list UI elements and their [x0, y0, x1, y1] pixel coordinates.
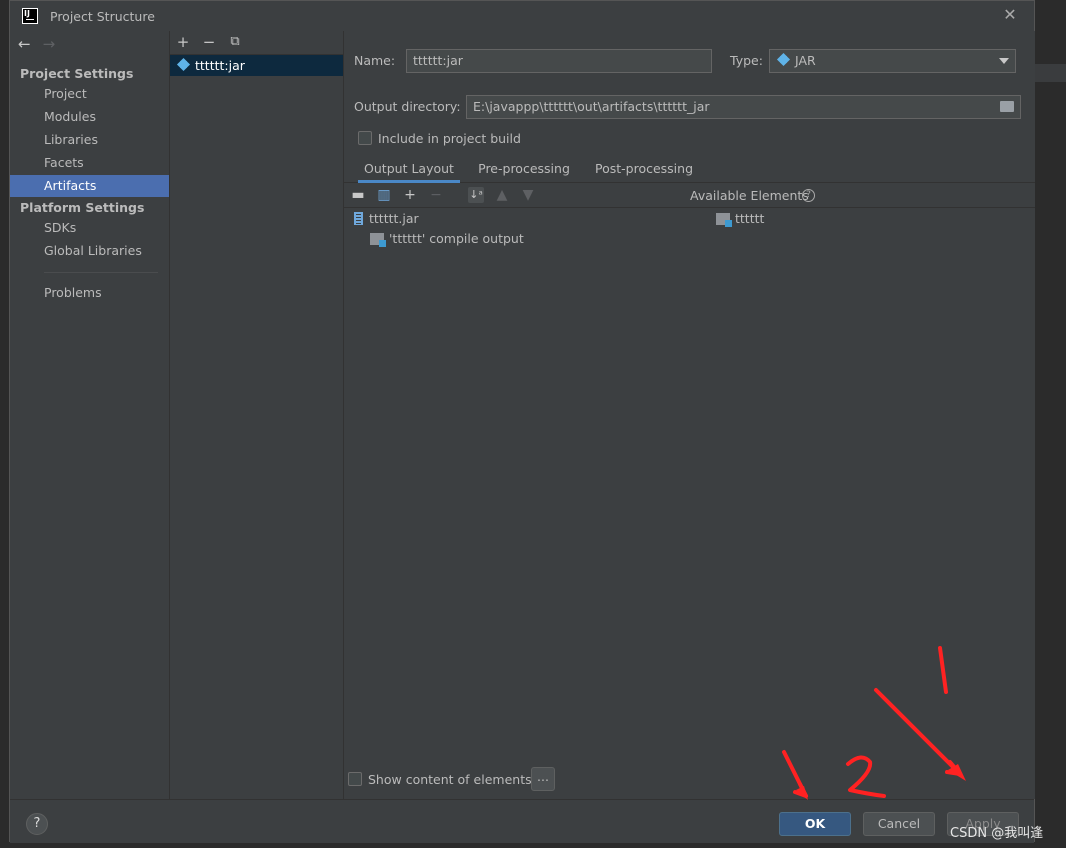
name-label: Name: — [354, 53, 396, 68]
add-copy-of-icon[interactable]: + — [402, 187, 418, 203]
background-ide — [1035, 0, 1066, 848]
folder-icon[interactable] — [1000, 101, 1014, 112]
include-build-checkbox[interactable] — [358, 131, 372, 145]
available-module-label: tttttt — [735, 211, 765, 226]
module-folder-icon — [370, 233, 386, 247]
artifacts-toolbar: + − ⧉ — [170, 31, 343, 55]
nav-section-project-settings: Project Settings — [20, 66, 134, 81]
title-bar: IJ Project Structure ✕ — [10, 1, 1034, 31]
tab-post-processing[interactable]: Post-processing — [588, 157, 700, 183]
dialog-button-bar: ? OK Cancel Apply — [10, 799, 1034, 843]
chevron-down-icon — [999, 58, 1009, 64]
name-field[interactable]: tttttt:jar — [406, 49, 712, 73]
forward-arrow-icon[interactable]: → — [43, 35, 56, 53]
nav-item-libraries[interactable]: Libraries — [10, 129, 169, 151]
output-directory-value: E:\javappp\tttttt\out\artifacts\tttttt_j… — [473, 99, 710, 114]
module-folder-icon — [716, 213, 732, 227]
help-circle-icon[interactable]: ? — [802, 189, 815, 202]
artifact-details-panel: Name: tttttt:jar Type: JAR Output direct… — [344, 31, 1035, 799]
intellij-icon: IJ — [22, 8, 38, 24]
output-directory-field[interactable]: E:\javappp\tttttt\out\artifacts\tttttt_j… — [466, 95, 1021, 119]
nav-arrows: ← → — [18, 35, 55, 53]
artifact-jar-icon — [176, 57, 191, 72]
create-archive-icon[interactable]: ▥ — [376, 187, 392, 203]
remove-icon[interactable]: − — [200, 33, 218, 51]
tab-output-layout[interactable]: Output Layout — [358, 157, 460, 183]
artifact-list-item[interactable]: tttttt:jar — [170, 55, 343, 76]
show-content-label: Show content of elements — [368, 772, 532, 787]
nav-item-sdks[interactable]: SDKs — [10, 217, 169, 239]
include-build-label: Include in project build — [378, 131, 521, 146]
nav-divider — [44, 272, 158, 273]
csdn-watermark: CSDN @我叫逢 — [950, 826, 1044, 841]
layout-toolbar: ▬ ▥ + − ↓ᵃ ▲ ▼ Available Elements ? — [344, 183, 1035, 208]
nav-item-facets[interactable]: Facets — [10, 152, 169, 174]
create-directory-icon[interactable]: ▬ — [350, 187, 366, 203]
artifact-list-item-label: tttttt:jar — [195, 58, 245, 73]
ellipsis-button[interactable]: ... — [531, 767, 555, 791]
artifacts-list-panel: + − ⧉ tttttt:jar — [170, 31, 344, 799]
jar-archive-icon — [354, 212, 363, 225]
type-dropdown[interactable]: JAR — [769, 49, 1016, 73]
settings-nav: ← → Project Settings Project Modules Libr… — [10, 31, 170, 799]
nav-section-platform-settings: Platform Settings — [20, 200, 145, 215]
dialog-title: Project Structure — [50, 9, 155, 24]
tab-pre-processing[interactable]: Pre-processing — [474, 157, 574, 183]
copy-icon[interactable]: ⧉ — [226, 33, 244, 51]
back-arrow-icon[interactable]: ← — [18, 35, 31, 53]
nav-item-global-libraries[interactable]: Global Libraries — [10, 240, 169, 262]
tree-jar-label: tttttt.jar — [369, 211, 419, 226]
output-layout-area: ▬ ▥ + − ↓ᵃ ▲ ▼ Available Elements ? tttt… — [344, 183, 1035, 799]
nav-item-modules[interactable]: Modules — [10, 106, 169, 128]
move-down-icon[interactable]: ▼ — [520, 187, 536, 203]
ok-button[interactable]: OK — [779, 812, 851, 836]
tree-compile-output-label: 'tttttt' compile output — [389, 231, 524, 246]
tree-compile-output-item[interactable]: 'tttttt' compile output — [370, 230, 524, 248]
available-module-item[interactable]: tttttt — [716, 210, 764, 228]
move-up-icon[interactable]: ▲ — [494, 187, 510, 203]
artifact-tabs: Output Layout Pre-processing Post-proces… — [344, 157, 1035, 183]
tree-jar-item[interactable]: tttttt.jar — [354, 210, 419, 228]
nav-item-problems[interactable]: Problems — [10, 282, 169, 304]
nav-item-project[interactable]: Project — [10, 83, 169, 105]
output-directory-label: Output directory: — [354, 99, 461, 114]
show-content-checkbox[interactable] — [348, 772, 362, 786]
cancel-button[interactable]: Cancel — [863, 812, 935, 836]
jar-type-icon — [776, 52, 791, 67]
add-icon[interactable]: + — [174, 33, 192, 51]
type-label: Type: — [730, 53, 763, 68]
type-value: JAR — [795, 53, 816, 68]
available-elements-label: Available Elements — [690, 188, 809, 203]
sort-icon[interactable]: ↓ᵃ — [468, 187, 484, 203]
remove-element-icon[interactable]: − — [428, 187, 444, 203]
help-button[interactable]: ? — [26, 813, 48, 835]
project-structure-dialog: IJ Project Structure ✕ ← → Project Settin… — [9, 0, 1035, 843]
close-icon[interactable]: ✕ — [1002, 7, 1018, 23]
nav-item-artifacts[interactable]: Artifacts — [10, 175, 169, 197]
